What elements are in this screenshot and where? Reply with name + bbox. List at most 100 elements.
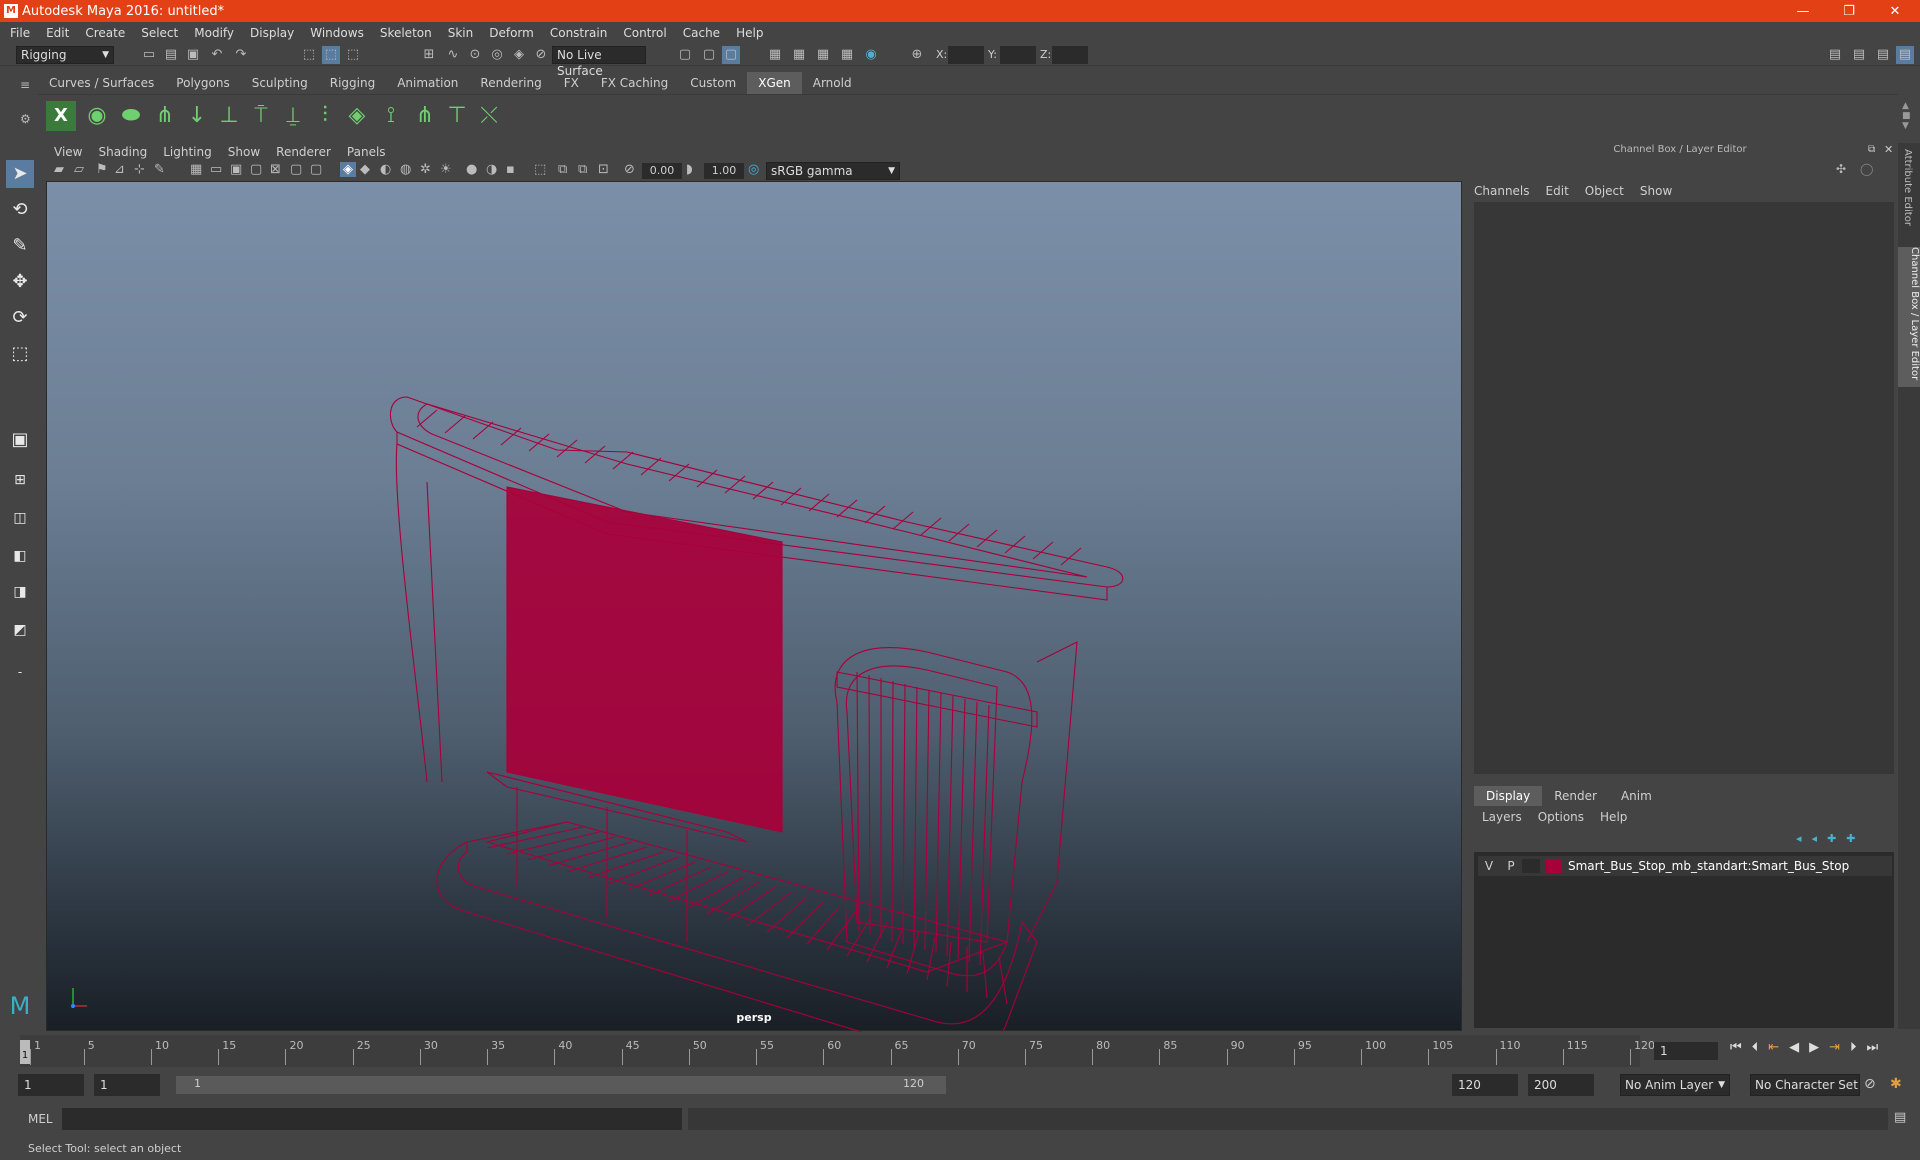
manipulator-icon[interactable]: ✣	[1836, 162, 1846, 176]
viewport-menu-view[interactable]: View	[54, 145, 82, 159]
auto-key-icon[interactable]: ⊘	[1864, 1076, 1876, 1092]
menu-set-dropdown[interactable]: Rigging ▼	[16, 46, 114, 64]
tab-custom[interactable]: Custom	[679, 72, 747, 94]
gamma-field[interactable]: 1.00	[704, 163, 744, 179]
grid-toggle-icon[interactable]: ▦	[190, 162, 202, 177]
save-scene-icon[interactable]: ▣	[184, 46, 202, 64]
bus-stop-wireframe-model[interactable]	[47, 182, 1463, 1032]
step-forward-key-icon[interactable]: ⏵	[1850, 1040, 1857, 1055]
viewport-menu-show[interactable]: Show	[228, 145, 260, 159]
xgen-cut-icon[interactable]: ⊤	[442, 101, 472, 131]
close-panel-icon[interactable]: ✕	[1884, 143, 1893, 156]
tab-xgen[interactable]: XGen	[747, 72, 802, 94]
use-all-lights-icon[interactable]: ✲	[420, 162, 431, 177]
field-chart-icon[interactable]: ⊠	[270, 162, 281, 177]
xgen-create-description-icon[interactable]: ⬬	[116, 101, 146, 131]
speed-icon[interactable]: ◯	[1860, 162, 1873, 176]
step-forward-frame-icon[interactable]: ⇥	[1829, 1040, 1840, 1055]
textured-icon[interactable]: ◍	[400, 162, 411, 177]
channel-show-menu[interactable]: Show	[1640, 184, 1672, 198]
render-view-icon[interactable]: ▦	[790, 46, 808, 64]
menu-deform[interactable]: Deform	[489, 26, 534, 40]
outliner-layout-icon[interactable]: ◨	[6, 578, 34, 606]
close-button[interactable]: ✕	[1872, 0, 1918, 22]
motion-blur-icon[interactable]: ◑	[486, 162, 497, 177]
range-slider[interactable]: 1 120	[176, 1076, 946, 1094]
select-tool-icon[interactable]: ➤	[6, 160, 34, 188]
more-layouts-icon[interactable]: -	[6, 658, 34, 686]
step-back-key-icon[interactable]: ⏴	[1752, 1040, 1759, 1055]
safe-title-icon[interactable]: ▢	[310, 162, 322, 177]
channel-edit-menu[interactable]: Edit	[1546, 184, 1569, 198]
xgen-guide-length-icon[interactable]: ⍑	[246, 101, 276, 131]
preferences-icon[interactable]: ✱	[1890, 1076, 1902, 1092]
snap-grid-icon[interactable]: ⊞	[420, 46, 438, 64]
tab-rigging[interactable]: Rigging	[319, 72, 386, 94]
move-layer-up-icon[interactable]: ◂	[1796, 832, 1802, 845]
snap-curve-icon[interactable]: ∿	[444, 46, 462, 64]
xgen-lock-guide-icon[interactable]: ⍊	[278, 101, 308, 131]
viewport-menu-renderer[interactable]: Renderer	[276, 145, 331, 159]
tab-rendering[interactable]: Rendering	[469, 72, 552, 94]
viewport-menu-shading[interactable]: Shading	[98, 145, 147, 159]
tab-render-layers[interactable]: Render	[1542, 786, 1609, 806]
menu-file[interactable]: File	[10, 26, 30, 40]
menu-select[interactable]: Select	[141, 26, 178, 40]
lasso-tool-icon[interactable]: ⟲	[6, 196, 34, 224]
bookmark-icon[interactable]: ⚑	[96, 162, 108, 177]
twod-pan-zoom-icon[interactable]: ⊹	[134, 162, 145, 177]
menu-cache[interactable]: Cache	[683, 26, 720, 40]
layer-color-swatch[interactable]	[1546, 859, 1562, 873]
script-editor-icon[interactable]: ▤	[1894, 1110, 1906, 1125]
current-frame-field[interactable]: 1	[1654, 1042, 1718, 1060]
tab-display-layers[interactable]: Display	[1474, 786, 1543, 806]
maximize-button[interactable]: ❐	[1826, 0, 1872, 22]
open-scene-icon[interactable]: ▤	[162, 46, 180, 64]
live-surface-icon[interactable]: ⊘	[532, 46, 550, 64]
ipr-render-icon[interactable]: ▢	[700, 46, 718, 64]
menu-help[interactable]: Help	[736, 26, 763, 40]
shelf-menu-icon[interactable]: ≡	[20, 78, 30, 92]
menu-control[interactable]: Control	[623, 26, 666, 40]
xgen-editor-icon[interactable]: X	[46, 101, 76, 131]
channel-box-body[interactable]	[1474, 202, 1894, 774]
image-plane-icon[interactable]: ⊿	[114, 162, 125, 177]
tab-arnold[interactable]: Arnold	[802, 72, 863, 94]
menu-windows[interactable]: Windows	[310, 26, 364, 40]
tab-animation[interactable]: Animation	[386, 72, 469, 94]
y-field[interactable]	[1000, 46, 1036, 64]
isolate-select-icon[interactable]: ⬚	[534, 162, 546, 177]
xgen-sculpt-guide-icon[interactable]: ⊥	[214, 101, 244, 131]
time-slider[interactable]: 1 5 10 15 20 25 30 35 40 45 50 55 60 65 70 75 80 85 90 95 10…	[20, 1035, 1655, 1067]
uv-editor-layout-icon[interactable]: ◩	[6, 616, 34, 644]
move-layer-down-icon[interactable]: ◂	[1812, 832, 1818, 845]
tab-polygons[interactable]: Polygons	[165, 72, 240, 94]
four-view-layout-icon[interactable]: ⊞	[6, 466, 34, 494]
single-perspective-layout-icon[interactable]: ▣	[6, 426, 34, 454]
perspective-viewport[interactable]: persp	[46, 181, 1463, 1032]
attribute-editor-toggle-icon[interactable]: ▤	[1850, 46, 1868, 64]
minimize-button[interactable]: —	[1780, 0, 1826, 22]
wireframe-icon[interactable]: ◈	[340, 162, 356, 177]
float-panel-icon[interactable]: ⧉	[1868, 144, 1875, 155]
playback-end-field[interactable]: 120	[1452, 1074, 1518, 1096]
shadows-icon[interactable]: ☀	[440, 162, 452, 177]
undo-icon[interactable]: ↶	[208, 46, 226, 64]
resolution-gate-icon[interactable]: ▣	[230, 162, 242, 177]
anti-aliasing-icon[interactable]: ▪	[506, 162, 515, 177]
snap-point-icon[interactable]: ⊙	[466, 46, 484, 64]
xgen-add-guide-icon[interactable]: ↓	[182, 101, 212, 131]
x-field[interactable]	[948, 46, 984, 64]
xray-components-icon[interactable]: ⊡	[598, 162, 609, 177]
render-current-frame-icon[interactable]: ▢	[676, 46, 694, 64]
command-input[interactable]	[62, 1108, 682, 1130]
exposure-field[interactable]: 0.00	[642, 163, 682, 179]
transform-input-icon[interactable]: ⊕	[908, 46, 926, 64]
move-tool-icon[interactable]: ✥	[6, 268, 34, 296]
menu-display[interactable]: Display	[250, 26, 294, 40]
render-sequence-icon[interactable]: ▦	[814, 46, 832, 64]
rotate-tool-icon[interactable]: ⟳	[6, 304, 34, 332]
xray-joints-icon[interactable]: ⧉	[578, 162, 587, 177]
layer-options-menu[interactable]: Options	[1538, 810, 1584, 824]
select-object-icon[interactable]: ⬚	[322, 46, 340, 64]
